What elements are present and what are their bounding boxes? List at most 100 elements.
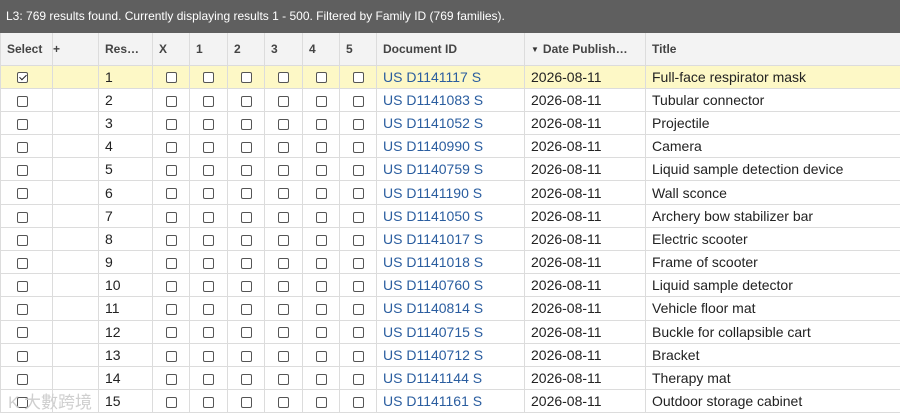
- col1-checkbox[interactable]: [203, 141, 214, 153]
- col3-checkbox[interactable]: [278, 95, 289, 107]
- col4-checkbox[interactable]: [315, 95, 327, 107]
- col1-checkbox[interactable]: [203, 165, 214, 177]
- col3-checkbox[interactable]: [278, 281, 289, 293]
- col5-checkbox[interactable]: [352, 72, 364, 84]
- col2-checkbox[interactable]: [240, 304, 252, 316]
- col1-checkbox[interactable]: [203, 304, 214, 316]
- col3-checkbox[interactable]: [278, 72, 289, 84]
- x-checkbox[interactable]: [165, 281, 177, 293]
- col2-checkbox[interactable]: [240, 350, 252, 362]
- table-row[interactable]: 10 US D1140760 S 2026-08-11 Liquid sample d…: [0, 273, 900, 298]
- col2-checkbox[interactable]: [240, 327, 252, 339]
- col4-checkbox[interactable]: [315, 165, 327, 177]
- select-checkbox[interactable]: [17, 257, 28, 269]
- col5-checkbox[interactable]: [352, 234, 364, 246]
- col1-checkbox[interactable]: [203, 373, 214, 385]
- col3-checkbox[interactable]: [278, 118, 289, 130]
- document-id-link[interactable]: US D1140712 S: [383, 347, 483, 363]
- column-header-5[interactable]: 5: [339, 33, 377, 66]
- table-row[interactable]: 7 US D1141050 S 2026-08-11 Archery bow stab…: [0, 203, 900, 228]
- x-checkbox[interactable]: [165, 188, 177, 200]
- table-row[interactable]: 9 US D1141018 S 2026-08-11 Frame of scooter: [0, 249, 900, 275]
- table-row[interactable]: 5 US D1140759 S 2026-08-11 Liquid sample de…: [0, 157, 900, 182]
- col2-checkbox[interactable]: [240, 211, 252, 223]
- col1-checkbox[interactable]: [203, 281, 214, 293]
- col1-checkbox[interactable]: [203, 188, 214, 200]
- document-id-link[interactable]: US D1141017 S: [383, 231, 483, 247]
- x-checkbox[interactable]: [165, 211, 177, 223]
- select-checkbox[interactable]: [17, 72, 28, 84]
- col3-checkbox[interactable]: [278, 188, 289, 200]
- expand-cell[interactable]: [52, 319, 99, 344]
- expand-cell[interactable]: [52, 249, 99, 275]
- col5-checkbox[interactable]: [352, 350, 364, 362]
- col5-checkbox[interactable]: [352, 95, 364, 107]
- col2-checkbox[interactable]: [240, 281, 252, 293]
- select-checkbox[interactable]: [17, 350, 28, 362]
- col3-checkbox[interactable]: [278, 165, 289, 177]
- document-id-link[interactable]: US D1141052 S: [383, 115, 483, 131]
- col1-checkbox[interactable]: [203, 397, 214, 409]
- col5-checkbox[interactable]: [352, 397, 364, 409]
- table-row[interactable]: 8 US D1141017 S 2026-08-11 Electric scooter: [0, 226, 900, 252]
- col4-checkbox[interactable]: [315, 141, 327, 153]
- x-checkbox[interactable]: [165, 165, 177, 177]
- col4-checkbox[interactable]: [315, 281, 327, 293]
- table-row[interactable]: 13 US D1140712 S 2026-08-11 Bracket: [0, 342, 900, 367]
- col3-checkbox[interactable]: [278, 234, 289, 246]
- col1-checkbox[interactable]: [203, 234, 214, 246]
- document-id-link[interactable]: US D1141018 S: [383, 254, 483, 270]
- col1-checkbox[interactable]: [203, 118, 214, 130]
- x-checkbox[interactable]: [165, 373, 177, 385]
- col5-checkbox[interactable]: [352, 188, 364, 200]
- column-header-select[interactable]: Select: [0, 33, 53, 66]
- table-row[interactable]: 4 US D1140990 S 2026-08-11 Camera: [0, 134, 900, 159]
- document-id-link[interactable]: US D1140814 S: [383, 300, 483, 316]
- x-checkbox[interactable]: [165, 234, 177, 246]
- table-row[interactable]: 3 US D1141052 S 2026-08-11 Projectile: [0, 110, 900, 136]
- col3-checkbox[interactable]: [278, 304, 289, 316]
- expand-cell[interactable]: [52, 342, 99, 367]
- select-checkbox[interactable]: [17, 373, 28, 385]
- expand-cell[interactable]: [52, 134, 99, 159]
- document-id-link[interactable]: US D1140715 S: [383, 324, 483, 340]
- table-row[interactable]: 12 US D1140715 S 2026-08-11 Buckle for coll…: [0, 319, 900, 344]
- column-header-document-id[interactable]: Document ID: [376, 33, 525, 66]
- col3-checkbox[interactable]: [278, 141, 289, 153]
- col1-checkbox[interactable]: [203, 350, 214, 362]
- select-checkbox[interactable]: [17, 165, 28, 177]
- table-row[interactable]: 15 US D1141161 S 2026-08-11 Outdoor storage…: [0, 389, 900, 414]
- col2-checkbox[interactable]: [240, 141, 252, 153]
- x-checkbox[interactable]: [165, 350, 177, 362]
- col5-checkbox[interactable]: [352, 327, 364, 339]
- col5-checkbox[interactable]: [352, 304, 364, 316]
- expand-cell[interactable]: [52, 180, 99, 205]
- expand-cell[interactable]: [52, 273, 99, 298]
- table-row[interactable]: 6 US D1141190 S 2026-08-11 Wall sconce: [0, 180, 900, 205]
- select-checkbox[interactable]: [17, 304, 28, 316]
- col4-checkbox[interactable]: [315, 327, 327, 339]
- col2-checkbox[interactable]: [240, 95, 252, 107]
- col5-checkbox[interactable]: [352, 373, 364, 385]
- col5-checkbox[interactable]: [352, 118, 364, 130]
- document-id-link[interactable]: US D1141050 S: [383, 208, 483, 224]
- col3-checkbox[interactable]: [278, 373, 289, 385]
- col3-checkbox[interactable]: [278, 350, 289, 362]
- table-row[interactable]: 2 US D1141083 S 2026-08-11 Tubular connecto…: [0, 87, 900, 112]
- col3-checkbox[interactable]: [278, 327, 289, 339]
- col4-checkbox[interactable]: [315, 350, 327, 362]
- document-id-link[interactable]: US D1141083 S: [383, 92, 483, 108]
- expand-cell[interactable]: [52, 157, 99, 182]
- col4-checkbox[interactable]: [315, 72, 327, 84]
- select-checkbox[interactable]: [17, 327, 28, 339]
- col2-checkbox[interactable]: [240, 373, 252, 385]
- col1-checkbox[interactable]: [203, 95, 214, 107]
- document-id-link[interactable]: US D1141161 S: [383, 393, 482, 409]
- select-checkbox[interactable]: [17, 234, 28, 246]
- expand-cell[interactable]: [52, 226, 99, 252]
- expand-cell[interactable]: [52, 64, 99, 89]
- document-id-link[interactable]: US D1141190 S: [383, 185, 482, 201]
- col4-checkbox[interactable]: [315, 397, 327, 409]
- column-header-2[interactable]: 2: [227, 33, 265, 66]
- expand-cell[interactable]: [52, 87, 99, 112]
